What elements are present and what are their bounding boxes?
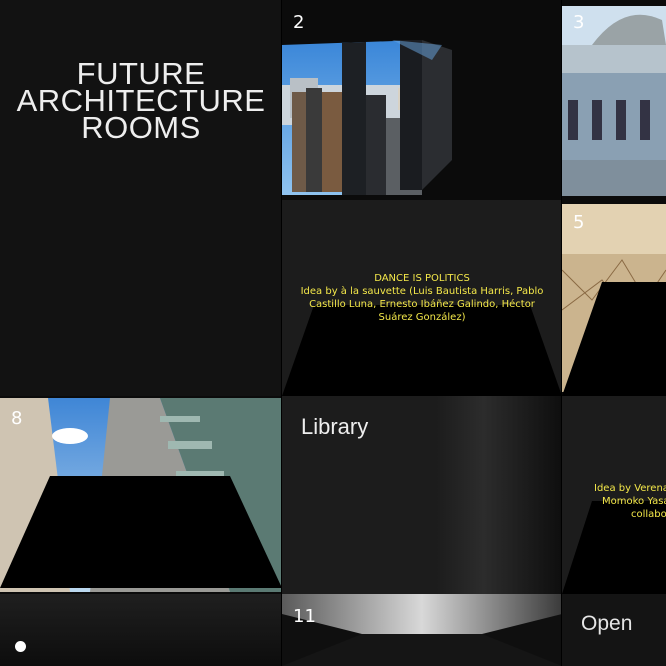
room-card-5[interactable]: 5 bbox=[562, 200, 666, 396]
room-card-8[interactable]: 8 bbox=[0, 396, 282, 594]
room-caption: DANCE IS POLITICS Idea by à la sauvette … bbox=[292, 272, 552, 324]
room-number: 11 bbox=[293, 606, 316, 627]
open-room-card[interactable]: Open bbox=[562, 594, 666, 666]
room-caption-line: Idea by Verena bbox=[594, 483, 666, 494]
room-11-image bbox=[282, 594, 562, 666]
room-caption-line: Momoko Yasa bbox=[602, 496, 666, 507]
room-card-3[interactable]: 3 bbox=[562, 0, 666, 200]
site-title: FUTURE ARCHITECTURE ROOMS bbox=[0, 58, 282, 145]
room-2-image bbox=[282, 40, 452, 195]
room-number: 2 bbox=[293, 12, 305, 33]
room-card-bottom-left[interactable] bbox=[0, 594, 282, 666]
room-caption-line: collabo bbox=[631, 509, 666, 520]
room-number: 8 bbox=[11, 408, 23, 429]
grid-divider bbox=[561, 0, 562, 666]
grid-divider bbox=[281, 0, 282, 666]
room-number: 5 bbox=[573, 212, 585, 233]
room-card-partial[interactable]: Idea by Verena Momoko Yasa collabo bbox=[562, 396, 666, 594]
room-card-11[interactable]: 11 bbox=[282, 594, 562, 666]
library-label: Library bbox=[301, 414, 369, 439]
open-room-label: Open bbox=[581, 612, 633, 635]
room-caption-body: Idea by à la sauvette (Luis Bautista Har… bbox=[300, 286, 544, 323]
room-8-image bbox=[0, 398, 282, 592]
title-cell: FUTURE ARCHITECTURE ROOMS bbox=[0, 0, 282, 396]
room-number: 3 bbox=[573, 12, 585, 33]
dot-icon[interactable] bbox=[15, 641, 26, 652]
room-caption-title: DANCE IS POLITICS bbox=[374, 273, 470, 284]
rooms-grid: FUTURE ARCHITECTURE ROOMS 2 3 DANCE IS P… bbox=[0, 0, 666, 666]
site-title-line: ROOMS bbox=[81, 110, 201, 145]
room-card-dance-is-politics[interactable]: DANCE IS POLITICS Idea by à la sauvette … bbox=[282, 200, 562, 396]
library-card[interactable]: Library bbox=[282, 396, 562, 594]
room-caption: Idea by Verena Momoko Yasa collabo bbox=[594, 482, 666, 521]
room-card-2[interactable]: 2 bbox=[282, 0, 562, 200]
